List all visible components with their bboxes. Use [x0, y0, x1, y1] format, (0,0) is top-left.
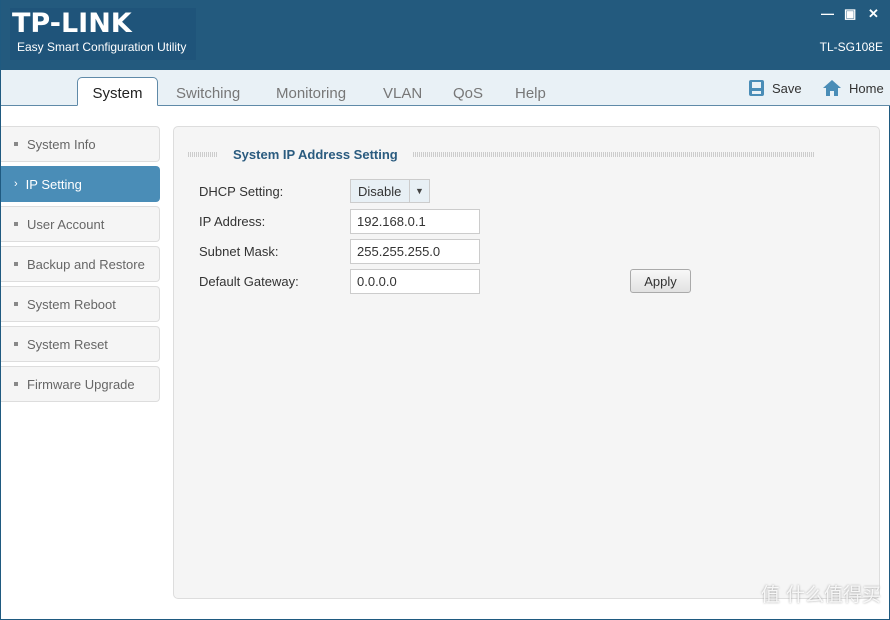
logo-text: TP-LINK [12, 8, 132, 39]
dhcp-select[interactable]: Disable ▼ [350, 179, 430, 203]
sidebar-item-label: System Reboot [27, 296, 116, 312]
sidebar-item-label: User Account [27, 216, 105, 232]
apply-button[interactable]: Apply [630, 269, 691, 293]
sidebar-item-label: IP Setting [25, 176, 82, 192]
sidebar-item-label: System Info [27, 136, 96, 152]
tab-qos[interactable]: QoS [453, 85, 483, 102]
save-label: Save [772, 80, 802, 96]
model-name: TL-SG108E [819, 40, 883, 54]
ip-address-label: IP Address: [199, 214, 266, 229]
bullet-icon [14, 222, 18, 226]
bullet-icon [14, 262, 18, 266]
tab-help[interactable]: Help [515, 85, 546, 102]
dhcp-value: Disable [351, 180, 410, 202]
save-icon [749, 80, 764, 96]
app-window: TP-LINK Easy Smart Configuration Utility… [0, 0, 890, 620]
home-button[interactable]: Home [823, 80, 884, 96]
divider [188, 152, 218, 157]
app-subtitle: Easy Smart Configuration Utility [17, 40, 187, 54]
maximize-icon[interactable]: ▣ [844, 6, 856, 22]
ip-address-input[interactable]: 192.168.0.1 [350, 209, 480, 234]
sidebar-item-label: System Reset [27, 336, 108, 352]
sidebar-item-ip-setting[interactable]: › IP Setting [1, 166, 160, 202]
section-title: System IP Address Setting [233, 147, 398, 162]
tab-switching[interactable]: Switching [176, 85, 240, 102]
bullet-icon [14, 302, 18, 306]
dhcp-label: DHCP Setting: [199, 184, 284, 199]
content-panel: System IP Address Setting DHCP Setting: … [173, 126, 880, 599]
main-tabs: System Switching Monitoring VLAN QoS Hel… [1, 70, 890, 106]
sidebar-item-system-reset[interactable]: System Reset [1, 326, 160, 362]
divider [412, 152, 814, 157]
sidebar-item-firmware-upgrade[interactable]: Firmware Upgrade [1, 366, 160, 402]
logo: TP-LINK Easy Smart Configuration Utility [10, 8, 196, 60]
header: TP-LINK Easy Smart Configuration Utility… [1, 0, 890, 70]
sidebar-item-system-reboot[interactable]: System Reboot [1, 286, 160, 322]
tab-monitoring[interactable]: Monitoring [276, 85, 346, 102]
section-header: System IP Address Setting [188, 147, 814, 162]
watermark: 值 什么值得买 [760, 584, 881, 606]
home-label: Home [849, 80, 884, 96]
subnet-mask-label: Subnet Mask: [199, 244, 279, 259]
gateway-input[interactable]: 0.0.0.0 [350, 269, 480, 294]
sidebar-item-system-info[interactable]: System Info [1, 126, 160, 162]
subnet-mask-input[interactable]: 255.255.255.0 [350, 239, 480, 264]
sidebar-item-label: Firmware Upgrade [27, 376, 135, 392]
minimize-icon[interactable]: — [821, 6, 834, 21]
sidebar-item-backup-restore[interactable]: Backup and Restore [1, 246, 160, 282]
chevron-down-icon: ▼ [415, 186, 424, 196]
bullet-icon [14, 142, 18, 146]
close-icon[interactable]: ✕ [868, 6, 879, 22]
sidebar-item-label: Backup and Restore [27, 256, 145, 272]
chevron-right-icon: › [14, 178, 18, 190]
sidebar: System Info › IP Setting User Account Bac… [1, 126, 160, 406]
gateway-label: Default Gateway: [199, 274, 299, 289]
save-button[interactable]: Save [749, 80, 802, 96]
tab-system[interactable]: System [77, 77, 158, 106]
sidebar-item-user-account[interactable]: User Account [1, 206, 160, 242]
tab-vlan[interactable]: VLAN [383, 85, 422, 102]
home-icon [823, 80, 841, 96]
bullet-icon [14, 382, 18, 386]
bullet-icon [14, 342, 18, 346]
